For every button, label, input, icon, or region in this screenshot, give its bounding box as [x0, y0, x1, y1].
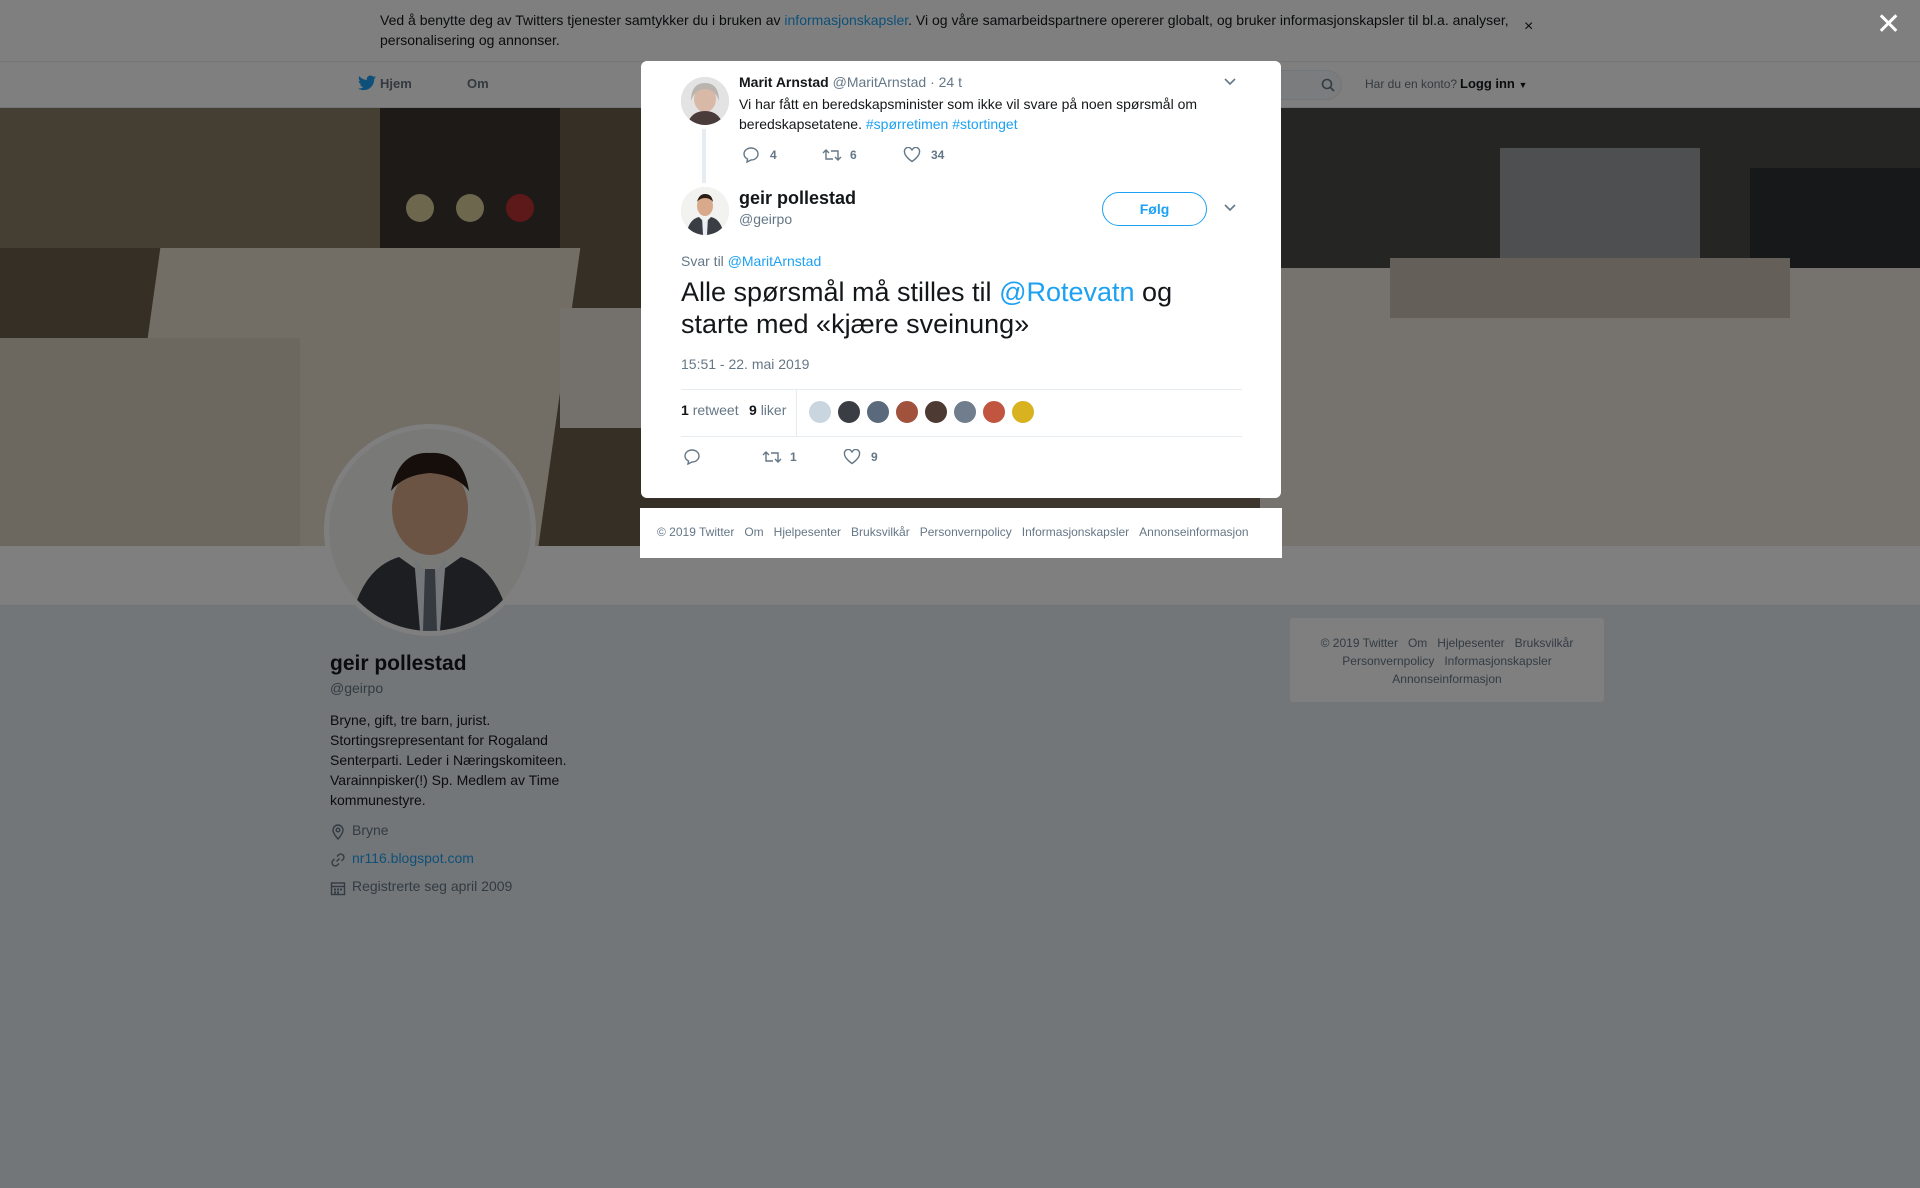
- parent-reply-count: 4: [770, 148, 777, 162]
- like-stat-count: 9: [749, 402, 757, 418]
- reply-to-mention[interactable]: @MaritArnstad: [728, 253, 822, 269]
- modal-footer-ads-info[interactable]: Annonseinformasjon: [1139, 525, 1248, 539]
- hashtag-link[interactable]: #spørretimen: [866, 116, 948, 132]
- heart-icon: [843, 449, 861, 465]
- reply-icon: [684, 449, 700, 465]
- modal-footer-terms[interactable]: Bruksvilkår: [851, 525, 910, 539]
- tweet-author-avatar[interactable]: [681, 187, 729, 235]
- tweet-author-name[interactable]: geir pollestad: [739, 188, 856, 209]
- liker-avatar[interactable]: [808, 400, 832, 424]
- parent-like-count: 34: [931, 148, 945, 162]
- retweet-stat-label: retweet: [692, 402, 739, 418]
- hashtag-link[interactable]: #stortinget: [952, 116, 1017, 132]
- modal-footer-about[interactable]: Om: [744, 525, 763, 539]
- chevron-down-icon[interactable]: [1223, 77, 1237, 87]
- like-count: 9: [871, 450, 878, 464]
- modal-footer-help[interactable]: Hjelpesenter: [774, 525, 841, 539]
- liker-avatar[interactable]: [837, 400, 861, 424]
- liker-avatar[interactable]: [1011, 400, 1035, 424]
- retweet-icon: [762, 451, 782, 463]
- like-stat[interactable]: 9 liker: [749, 402, 786, 418]
- reply-to-prefix: Svar til: [681, 253, 724, 269]
- parent-tweet-time[interactable]: · 24 t: [930, 74, 962, 90]
- liker-avatar[interactable]: [982, 400, 1006, 424]
- liker-avatar[interactable]: [866, 400, 890, 424]
- liker-avatar[interactable]: [895, 400, 919, 424]
- modal-footer-cookies[interactable]: Informasjonskapsler: [1022, 525, 1129, 539]
- parent-retweet-count: 6: [850, 148, 857, 162]
- modal-footer-copyright: © 2019 Twitter: [657, 525, 735, 539]
- modal-footer-privacy[interactable]: Personvernpolicy: [920, 525, 1012, 539]
- tweet-stats: 1 retweet 9 liker: [681, 389, 1242, 437]
- modal-close-button[interactable]: ✕: [1876, 10, 1901, 40]
- follow-button[interactable]: Følg: [1102, 192, 1207, 226]
- retweet-stat-count: 1: [681, 402, 689, 418]
- tweet-author-handle[interactable]: @geirpo: [739, 211, 792, 227]
- parent-tweet-handle[interactable]: @MaritArnstad: [833, 74, 927, 90]
- chevron-down-icon[interactable]: [1223, 203, 1237, 213]
- parent-tweet-name[interactable]: Marit Arnstad: [739, 74, 829, 90]
- like-stat-label: liker: [760, 402, 787, 418]
- reply-to-line: Svar til @MaritArnstad: [681, 253, 821, 269]
- retweet-count: 1: [790, 450, 797, 464]
- thread-line: [702, 129, 706, 183]
- retweet-icon: [822, 149, 842, 161]
- parent-tweet-avatar-image: [681, 77, 729, 125]
- parent-tweet-text: Vi har fått en beredskapsminister som ik…: [739, 94, 1229, 134]
- modal-footer: © 2019 Twitter Om Hjelpesenter Bruksvilkår P…: [640, 508, 1282, 558]
- tweet-modal: Marit Arnstad @MaritArnstad · 24 t Vi ha…: [641, 61, 1281, 498]
- tweet-author-avatar-image: [681, 187, 729, 235]
- tweet-text: Alle spørsmål må stilles til @Rotevatn o…: [681, 276, 1241, 340]
- tweet-timestamp[interactable]: 15:51 - 22. mai 2019: [681, 356, 809, 372]
- liker-avatar[interactable]: [953, 400, 977, 424]
- stats-divider: [796, 390, 797, 436]
- mention-link[interactable]: @Rotevatn: [999, 277, 1134, 307]
- parent-tweet-avatar[interactable]: [681, 77, 729, 125]
- heart-icon: [903, 147, 921, 163]
- tweet-text-part-1: Alle spørsmål må stilles til: [681, 277, 1000, 307]
- retweet-stat[interactable]: 1 retweet: [681, 402, 739, 418]
- parent-tweet-header: Marit Arnstad @MaritArnstad · 24 t: [739, 74, 962, 90]
- reply-icon: [743, 147, 759, 163]
- liker-avatar[interactable]: [924, 400, 948, 424]
